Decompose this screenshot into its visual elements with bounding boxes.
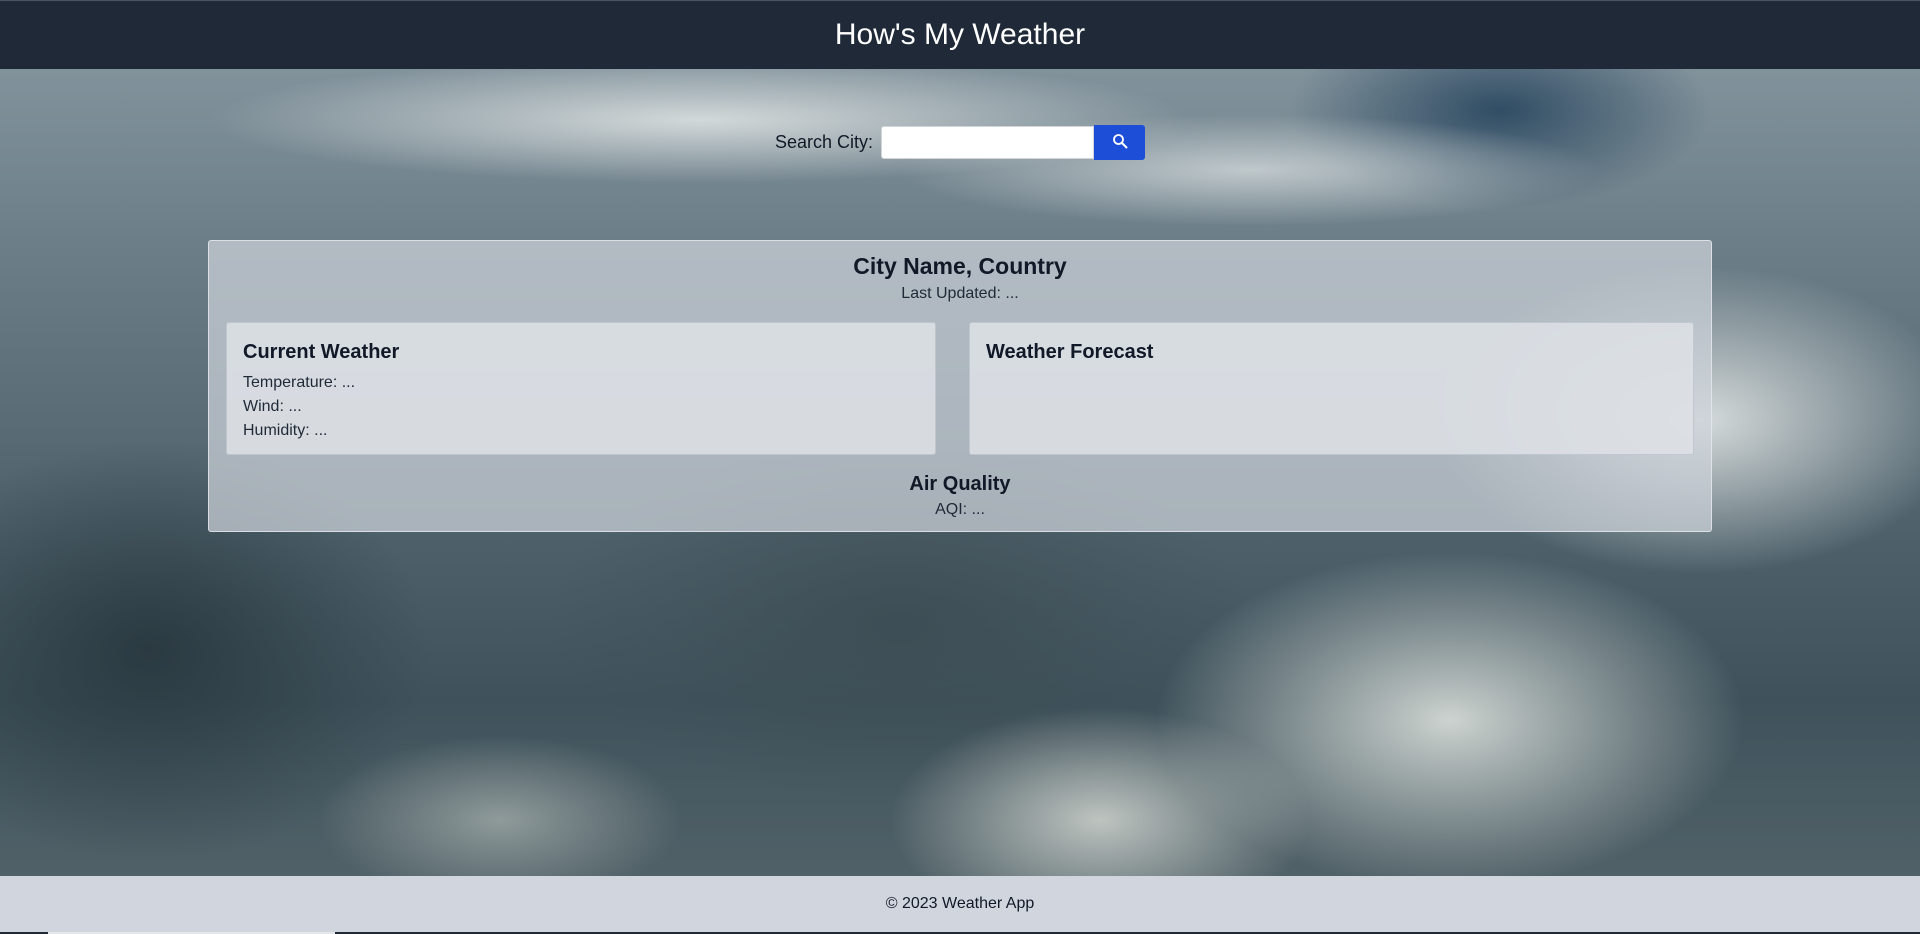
weather-card: City Name, Country Last Updated: ... Cur… bbox=[208, 240, 1712, 532]
air-quality-title: Air Quality bbox=[909, 473, 1011, 495]
weather-forecast-title: Weather Forecast bbox=[986, 341, 1154, 363]
aqi-value: AQI: ... bbox=[935, 501, 985, 518]
search-button[interactable] bbox=[1094, 125, 1146, 160]
search-label: Search City: bbox=[774, 132, 874, 152]
current-weather-title: Current Weather bbox=[243, 341, 400, 363]
app-title: How's My Weather bbox=[834, 18, 1086, 51]
temperature-value: Temperature: ... bbox=[243, 374, 356, 391]
app-footer: © 2023 Weather App bbox=[0, 876, 1920, 932]
wind-value: Wind: ... bbox=[243, 398, 302, 415]
last-updated: Last Updated: ... bbox=[901, 285, 1019, 302]
search-bar: Search City: bbox=[0, 125, 1920, 160]
humidity-value: Humidity: ... bbox=[243, 422, 328, 439]
app-header: How's My Weather bbox=[0, 0, 1920, 69]
city-name: City Name, Country bbox=[853, 253, 1067, 279]
weather-forecast-panel: Weather Forecast bbox=[969, 322, 1694, 455]
search-input[interactable] bbox=[881, 126, 1095, 159]
search-icon bbox=[1112, 133, 1128, 152]
current-weather-panel: Current Weather Temperature: ... Wind: .… bbox=[226, 322, 936, 455]
footer-text: © 2023 Weather App bbox=[885, 895, 1035, 912]
